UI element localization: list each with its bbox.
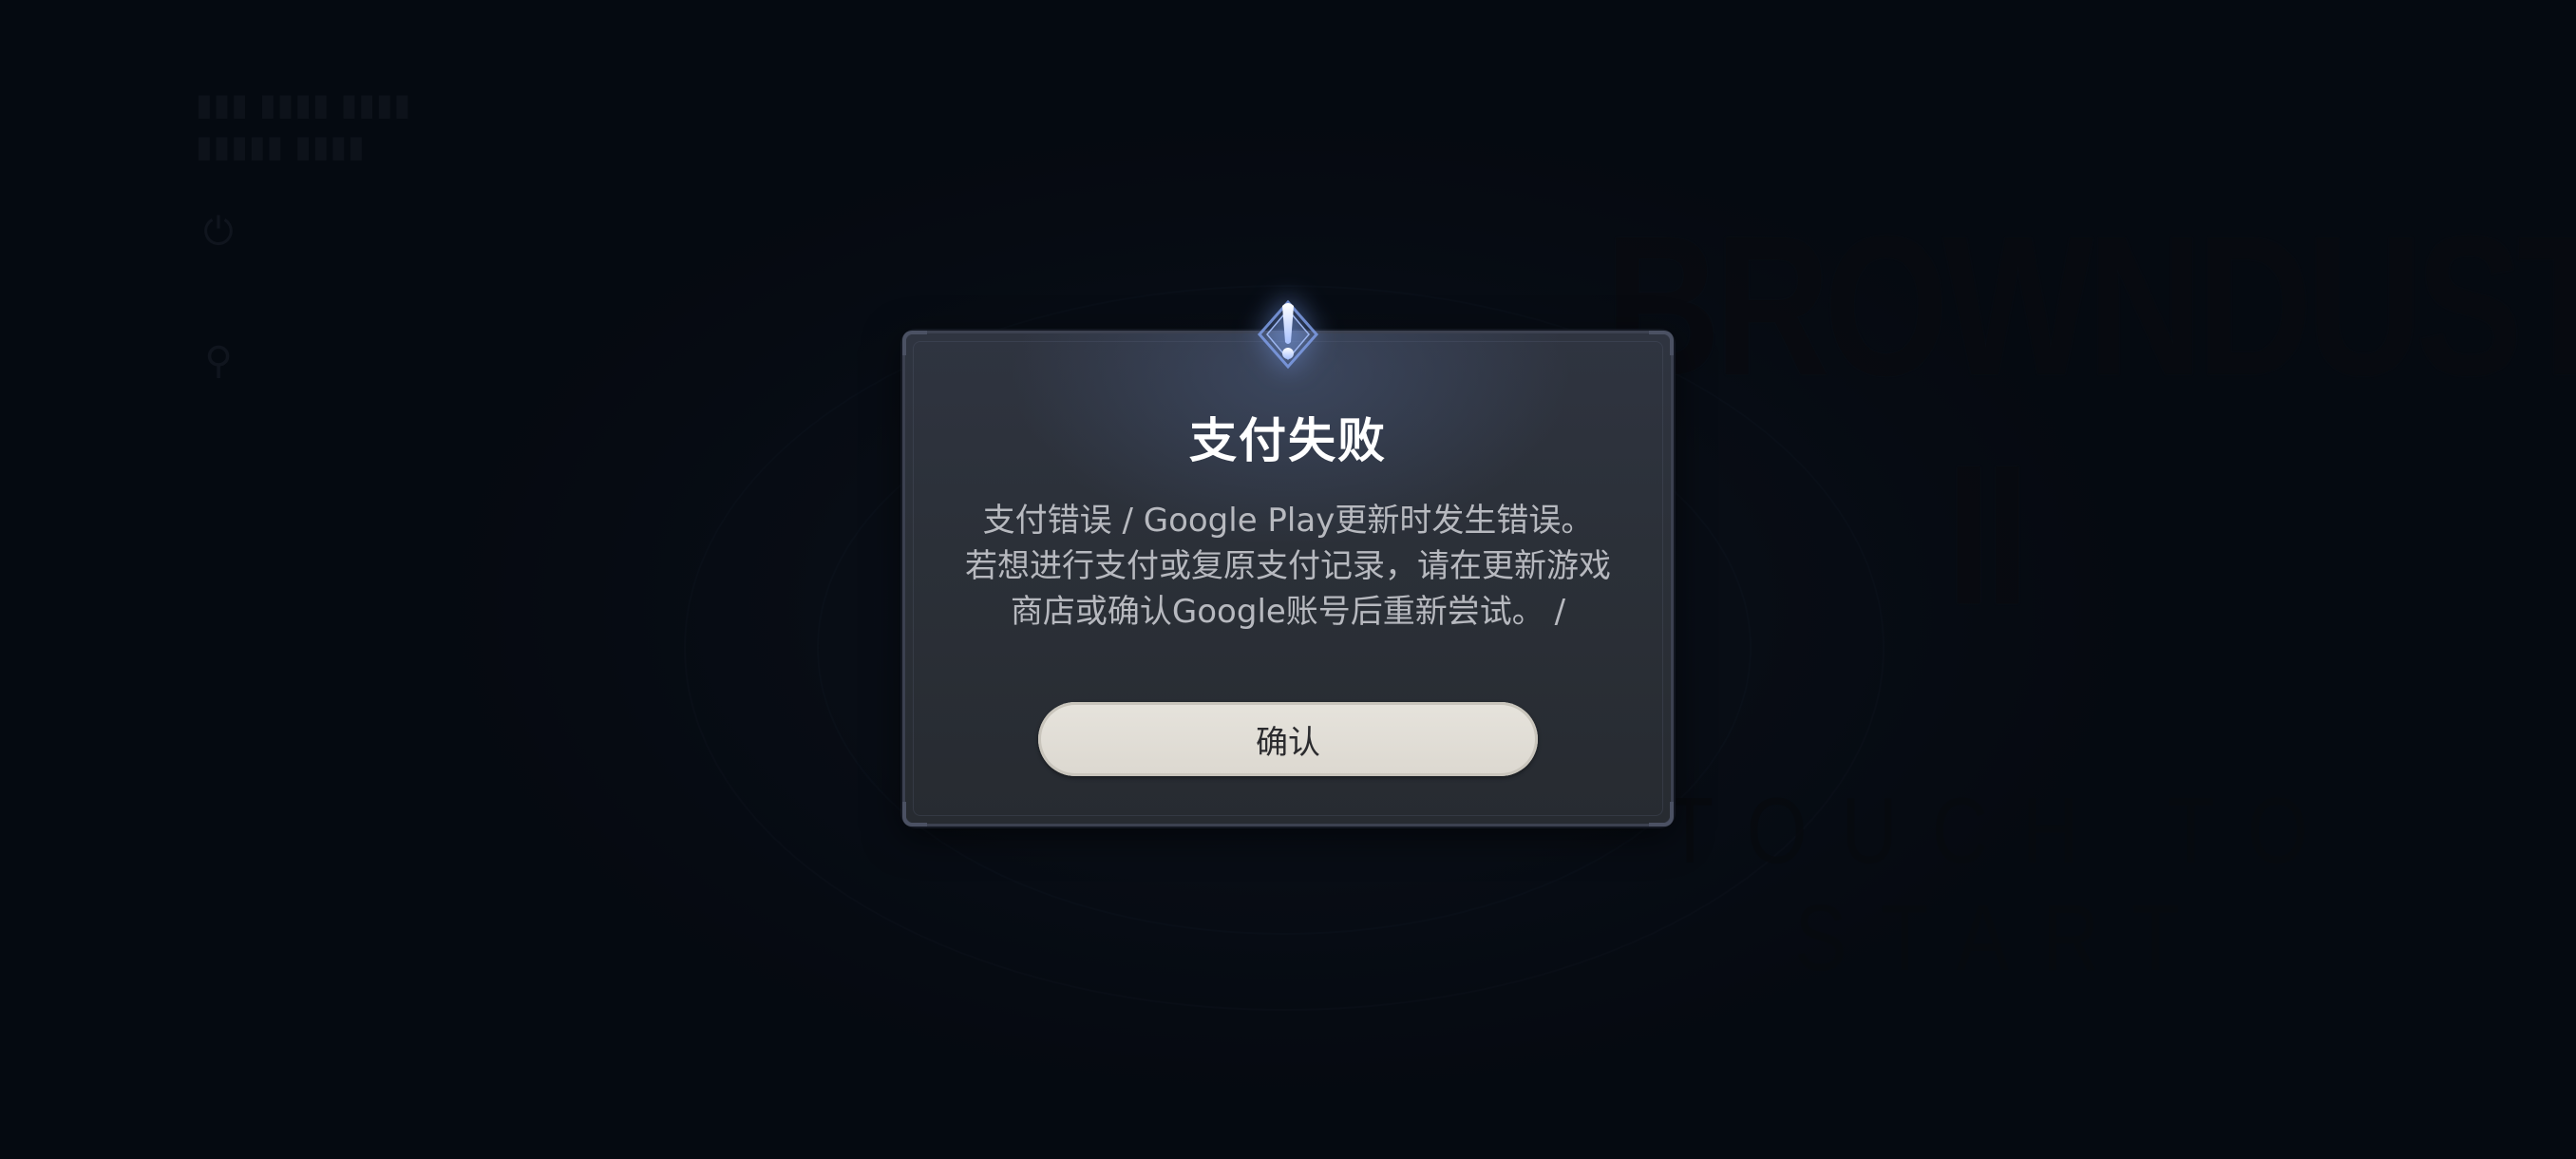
dialog-corner-ornament	[1649, 331, 1674, 355]
dialog-message: 支付错误 / Google Play更新时发生错误。 若想进行支付或复原支付记录…	[950, 498, 1626, 635]
dialog-title: 支付失败	[1189, 413, 1387, 468]
dialog-corner-ornament	[902, 331, 927, 355]
dialog-corner-ornament	[902, 802, 927, 826]
dialog-message-line: 商店或确认Google账号后重新尝试。 /	[1010, 593, 1566, 631]
confirm-button[interactable]: 确认	[1038, 702, 1538, 776]
game-screen: ▮▮▮ ▮▮▮▮ ▮▮▮▮ ▮▮▮▮▮ ▮▮▮▮ ⏻ ⚲ BROWNDUST I…	[0, 0, 2576, 1159]
dialog-corner-ornament	[1649, 802, 1674, 826]
exclamation-emblem-icon	[1257, 299, 1319, 370]
dialog-message-line: 若想进行支付或复原支付记录，请在更新游戏	[965, 547, 1611, 585]
dialog-message-line: 支付错误 / Google Play更新时发生错误。	[982, 502, 1594, 540]
